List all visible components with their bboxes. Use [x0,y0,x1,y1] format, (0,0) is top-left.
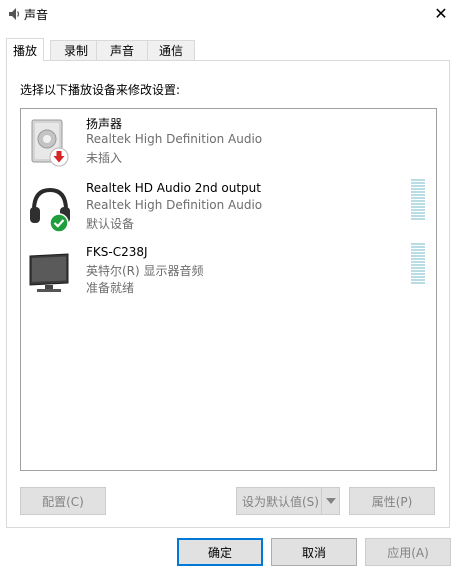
title-bar: 声音 ✕ [0,0,456,30]
instruction-text: 选择以下播放设备来修改设置: [20,83,181,97]
configure-button[interactable]: 配置(C) [20,487,106,515]
device-status: 未插入 [86,151,123,165]
sound-app-icon [6,6,22,22]
device-name: Realtek HD Audio 2nd output [86,181,261,195]
ok-button[interactable]: 确定 [177,538,263,566]
device-name: FKS-C238J [86,245,148,259]
device-status: 准备就绪 [86,281,135,295]
tab-recording[interactable]: 录制 [50,40,102,60]
volume-meter [411,179,425,221]
playback-panel: 选择以下播放设备来修改设置: 扬声器 Realtek High Definiti… [6,60,450,528]
properties-button[interactable]: 属性(P) [349,487,435,515]
button-label: 配置(C) [42,494,84,509]
button-label: 确定 [207,545,232,560]
device-description: 英特尔(R) 显示器音频 [86,264,204,278]
chevron-down-icon[interactable] [321,488,339,514]
headphones-icon [27,183,77,233]
device-status: 默认设备 [86,217,135,231]
device-list[interactable]: 扬声器 Realtek High Definition Audio 未插入 Re… [20,108,437,471]
default-green-check-icon [49,213,69,236]
tab-playback[interactable]: 播放 [6,38,44,61]
tab-sounds[interactable]: 声音 [96,40,148,60]
device-description: Realtek High Definition Audio [86,198,263,212]
close-icon: ✕ [434,3,448,23]
button-label: 设为默认值(S) [242,494,319,509]
tab-label: 通信 [158,44,183,58]
volume-meter [411,243,425,285]
cancel-button[interactable]: 取消 [271,538,357,566]
button-label: 取消 [301,545,326,560]
window-title: 声音 [24,8,49,22]
device-description: Realtek High Definition Audio [86,132,263,146]
apply-button[interactable]: 应用(A) [365,538,451,566]
speaker-icon [27,117,77,167]
monitor-icon [27,247,77,297]
tab-label: 声音 [109,44,134,58]
tab-communications[interactable]: 通信 [147,40,195,60]
list-item[interactable]: 扬声器 Realtek High Definition Audio 未插入 [21,113,436,175]
set-default-button[interactable]: 设为默认值(S) [236,487,340,515]
tab-label: 录制 [63,44,88,58]
button-label: 属性(P) [371,494,413,509]
button-label: 应用(A) [387,545,429,560]
close-button[interactable]: ✕ [426,0,456,26]
list-item[interactable]: Realtek HD Audio 2nd output Realtek High… [21,179,436,241]
tab-label: 播放 [12,43,37,58]
list-item[interactable]: FKS-C238J 英特尔(R) 显示器音频 准备就绪 [21,243,436,305]
unplugged-red-arrow-icon [49,147,69,170]
device-name: 扬声器 [86,117,123,131]
